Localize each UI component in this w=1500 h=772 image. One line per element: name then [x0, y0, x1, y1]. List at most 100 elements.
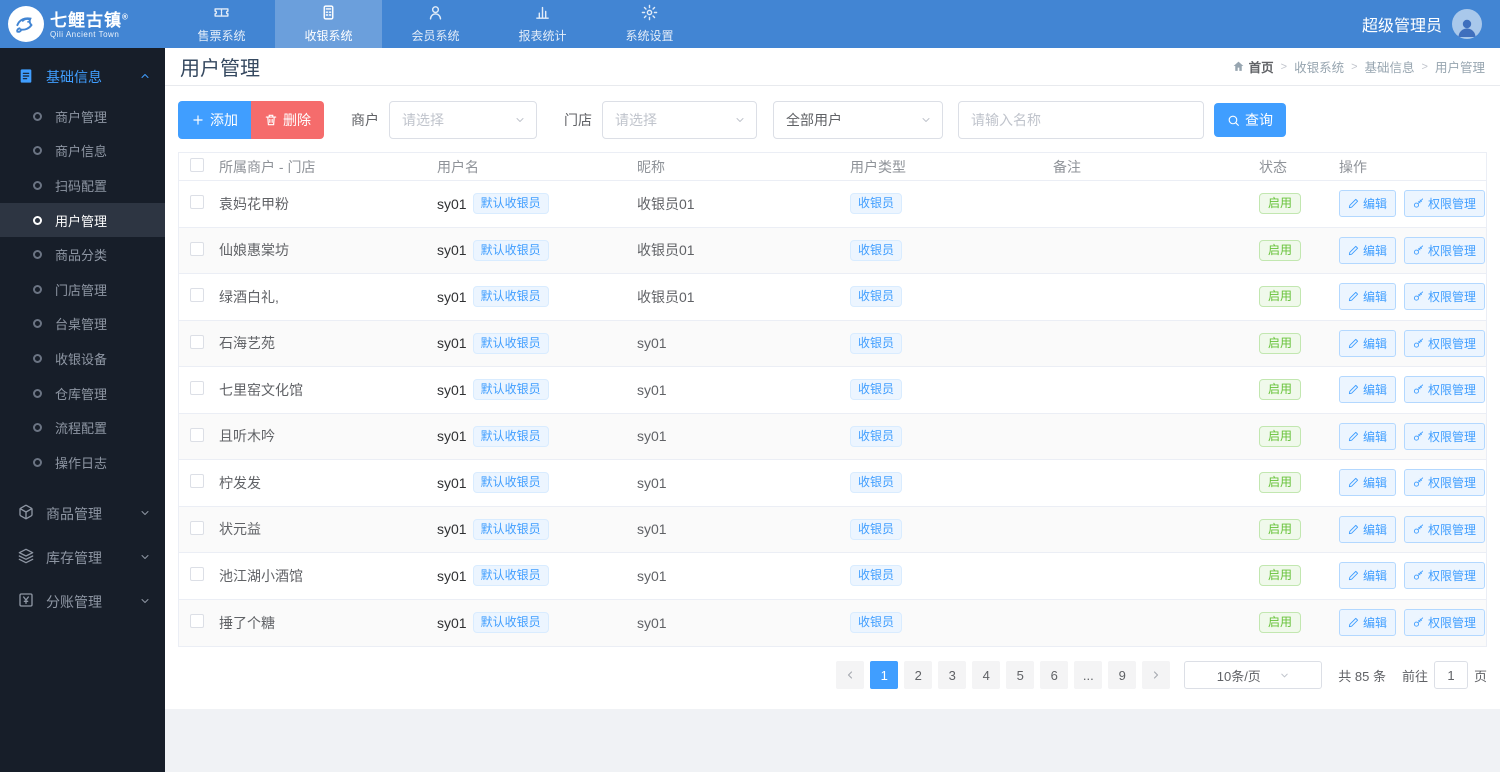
breadcrumb-item[interactable]: 用户管理	[1435, 57, 1485, 76]
column-header: 备注	[1053, 158, 1081, 175]
sidebar-section[interactable]: 分账管理	[0, 580, 165, 624]
search-input[interactable]	[958, 101, 1204, 139]
permission-button[interactable]: 权限管理	[1404, 376, 1486, 404]
page-number-button[interactable]: 1	[870, 661, 899, 689]
breadcrumb-item[interactable]: 基础信息	[1365, 57, 1415, 76]
app-logo[interactable]: 七鲤古镇® Qili Ancient Town	[0, 0, 168, 48]
edit-button[interactable]: 编辑	[1339, 562, 1397, 590]
nav-tab[interactable]: 会员系统	[382, 0, 489, 48]
sidebar-item-label: 流程配置	[55, 421, 108, 437]
row-checkbox[interactable]	[190, 474, 204, 489]
edit-button[interactable]: 编辑	[1339, 283, 1397, 311]
sidebar-item[interactable]: 收银设备	[0, 341, 165, 376]
sidebar-section[interactable]: 基础信息	[0, 55, 165, 99]
nav-tab[interactable]: 售票系统	[168, 0, 275, 48]
username: sy01	[437, 195, 467, 212]
total-count: 共 85 条	[1338, 668, 1386, 684]
avatar[interactable]	[1452, 9, 1482, 39]
merchant-store-cell: 状元益	[219, 521, 261, 538]
nav-tab[interactable]: 报表统计	[489, 0, 596, 48]
row-checkbox[interactable]	[190, 288, 204, 303]
edit-button[interactable]: 编辑	[1339, 609, 1397, 637]
sidebar-item[interactable]: 商户管理	[0, 99, 165, 134]
merchant-store-cell: 七里窑文化馆	[219, 381, 303, 398]
sidebar-item[interactable]: 用户管理	[0, 202, 165, 238]
next-page-button[interactable]	[1142, 661, 1171, 689]
page-jump-input[interactable]	[1433, 661, 1468, 689]
chevron-down-icon	[922, 118, 930, 122]
page-number-button[interactable]: 9	[1108, 661, 1137, 689]
sidebar-section[interactable]: 商品管理	[0, 492, 165, 536]
select-all-checkbox[interactable]	[190, 158, 204, 172]
sidebar-item[interactable]: 仓库管理	[0, 376, 165, 411]
permission-button[interactable]: 权限管理	[1404, 283, 1486, 311]
merchant-select[interactable]: 请选择	[389, 101, 537, 139]
row-checkbox[interactable]	[190, 427, 204, 442]
bullet-circle-icon	[33, 319, 42, 329]
nav-tab[interactable]: 收银系统	[275, 0, 382, 48]
sidebar-item[interactable]: 台桌管理	[0, 307, 165, 342]
row-checkbox[interactable]	[190, 241, 204, 256]
user-type-select[interactable]: 全部用户	[773, 101, 943, 139]
page-number-button[interactable]: 4	[972, 661, 1001, 689]
page-number-button[interactable]: 6	[1040, 661, 1069, 689]
sidebar-item[interactable]: 商品分类	[0, 237, 165, 272]
row-checkbox[interactable]	[190, 567, 204, 582]
permission-button[interactable]: 权限管理	[1404, 562, 1486, 590]
title-bar: 用户管理 首页 > 收银系统 > 基础信息 > 用户管理	[165, 48, 1500, 86]
document-icon	[18, 68, 34, 87]
user-type-badge: 收银员	[850, 425, 903, 447]
row-checkbox[interactable]	[190, 520, 204, 535]
sidebar-item[interactable]: 门店管理	[0, 272, 165, 307]
delete-button[interactable]: 删除	[251, 101, 324, 139]
permission-button[interactable]: 权限管理	[1404, 469, 1486, 497]
edit-button[interactable]: 编辑	[1339, 236, 1397, 264]
permission-button[interactable]: 权限管理	[1404, 515, 1486, 543]
permission-button[interactable]: 权限管理	[1404, 609, 1486, 637]
row-checkbox[interactable]	[190, 614, 204, 629]
edit-button[interactable]: 编辑	[1339, 190, 1397, 218]
sidebar-section[interactable]: 库存管理	[0, 536, 165, 580]
page-number-button[interactable]: 3	[938, 661, 967, 689]
merchant-store-cell: 柠发发	[219, 474, 261, 491]
row-checkbox[interactable]	[190, 381, 204, 396]
page-number-button[interactable]: 2	[904, 661, 933, 689]
permission-button[interactable]: 权限管理	[1404, 236, 1486, 264]
permission-button[interactable]: 权限管理	[1404, 329, 1486, 357]
edit-button[interactable]: 编辑	[1339, 469, 1397, 497]
edit-button[interactable]: 编辑	[1339, 329, 1397, 357]
nav-tab[interactable]: 系统设置	[596, 0, 703, 48]
permission-button[interactable]: 权限管理	[1404, 422, 1486, 450]
column-header: 用户名	[437, 158, 479, 175]
bar-chart-icon	[534, 4, 551, 24]
breadcrumb-item[interactable]: 收银系统	[1294, 57, 1344, 76]
breadcrumb-item[interactable]: 首页	[1232, 57, 1274, 76]
edit-button[interactable]: 编辑	[1339, 376, 1397, 404]
sidebar-item-label: 扫码配置	[55, 178, 108, 194]
search-button[interactable]: 查询	[1214, 103, 1286, 137]
username: sy01	[437, 381, 467, 398]
edit-button[interactable]: 编辑	[1339, 515, 1397, 543]
user-type-badge: 收银员	[850, 472, 903, 494]
ticket-icon	[213, 4, 230, 24]
fish-logo-icon	[8, 6, 44, 42]
pagination-ellipsis: ...	[1074, 661, 1103, 689]
add-button[interactable]: 添加	[178, 101, 251, 139]
user-table: 所属商户 - 门店 用户名 昵称 用户类型 备注 状态 操作 袁妈花甲粉 sy01 默认收银员收…	[178, 152, 1487, 647]
chevron-down-icon	[139, 506, 151, 522]
page-number-button[interactable]: 5	[1006, 661, 1035, 689]
table-header: 所属商户 - 门店 用户名 昵称 用户类型 备注 状态 操作	[179, 153, 1486, 181]
user-type-badge: 收银员	[850, 332, 903, 354]
sidebar-item[interactable]: 操作日志	[0, 445, 165, 480]
row-checkbox[interactable]	[190, 195, 204, 210]
page-size-select[interactable]: 10条/页	[1184, 661, 1323, 689]
row-checkbox[interactable]	[190, 334, 204, 349]
permission-button[interactable]: 权限管理	[1404, 190, 1486, 218]
sidebar-item[interactable]: 扫码配置	[0, 168, 165, 203]
store-select[interactable]: 请选择	[602, 101, 757, 139]
prev-page-button[interactable]	[836, 661, 865, 689]
breadcrumb-separator: >	[1280, 60, 1288, 73]
sidebar-item[interactable]: 流程配置	[0, 410, 165, 445]
sidebar-item[interactable]: 商户信息	[0, 134, 165, 169]
edit-button[interactable]: 编辑	[1339, 422, 1397, 450]
